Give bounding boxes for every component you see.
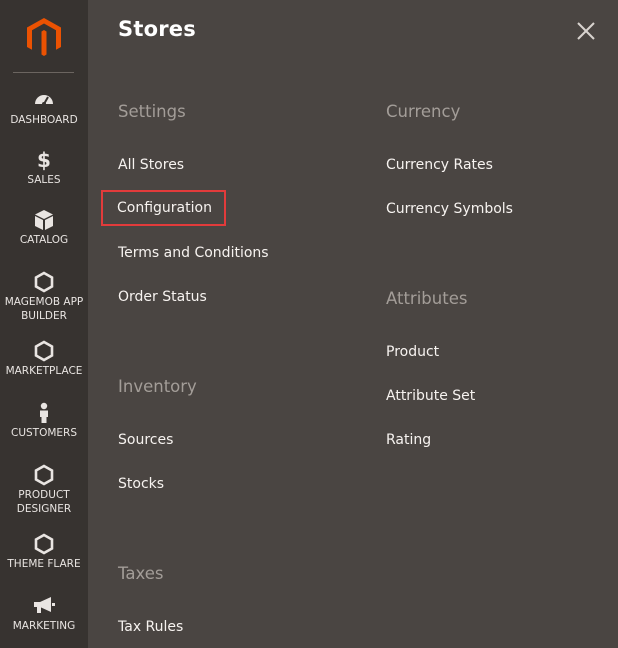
sidebar-item-catalog[interactable]: CATALOG	[0, 209, 88, 247]
section-title-currency: Currency	[386, 102, 461, 121]
dollar-icon: $	[37, 148, 51, 172]
admin-sidebar: DASHBOARD $ SALES CATALOG MAGEMOB APP BU…	[0, 0, 88, 648]
sidebar-item-label: MARKETPLACE	[5, 365, 83, 377]
section-title-attributes: Attributes	[386, 289, 468, 308]
panel-title: Stores	[118, 17, 196, 41]
sidebar-item-label: MARKETING	[12, 620, 76, 632]
sidebar-item-product-designer[interactable]: PRODUCT DESIGNER	[0, 464, 88, 516]
menu-link-currency-rates[interactable]: Currency Rates	[386, 157, 493, 173]
menu-link-sources[interactable]: Sources	[118, 432, 173, 448]
sidebar-item-label: THEME FLARE	[7, 558, 81, 570]
megaphone-icon	[0, 595, 88, 617]
sidebar-item-label: CATALOG	[19, 234, 69, 246]
section-title-settings: Settings	[118, 102, 186, 121]
hexagon-icon	[0, 533, 88, 555]
sidebar-item-sales[interactable]: $ SALES	[0, 149, 88, 187]
menu-link-rating[interactable]: Rating	[386, 432, 431, 448]
box-icon	[0, 209, 88, 231]
hexagon-icon	[0, 271, 88, 293]
menu-link-currency-symbols[interactable]: Currency Symbols	[386, 201, 513, 217]
menu-link-all-stores[interactable]: All Stores	[118, 157, 184, 173]
sidebar-item-label: PRODUCT DESIGNER	[16, 489, 72, 515]
section-title-inventory: Inventory	[118, 377, 197, 396]
sidebar-item-customers[interactable]: CUSTOMERS	[0, 402, 88, 440]
sidebar-item-marketplace[interactable]: MARKETPLACE	[0, 340, 88, 378]
hexagon-icon	[0, 464, 88, 486]
sidebar-item-magemob-app-builder[interactable]: MAGEMOB APP BUILDER	[0, 271, 88, 323]
sidebar-item-marketing[interactable]: MARKETING	[0, 595, 88, 633]
stores-menu-panel: Stores Settings All Stores Configuration…	[88, 0, 618, 648]
hexagon-icon	[0, 340, 88, 362]
menu-link-terms-and-conditions[interactable]: Terms and Conditions	[118, 245, 269, 261]
menu-link-tax-rules[interactable]: Tax Rules	[118, 619, 183, 635]
sidebar-item-label: DASHBOARD	[10, 114, 78, 126]
menu-link-order-status[interactable]: Order Status	[118, 289, 207, 305]
magento-logo-icon[interactable]	[25, 17, 63, 57]
sidebar-item-theme-flare[interactable]: THEME FLARE	[0, 533, 88, 571]
logo-divider	[13, 72, 74, 73]
section-title-taxes: Taxes	[118, 564, 164, 583]
menu-link-stocks[interactable]: Stocks	[118, 476, 164, 492]
sidebar-item-label: MAGEMOB APP BUILDER	[4, 296, 84, 322]
menu-link-product[interactable]: Product	[386, 344, 439, 360]
person-icon	[0, 402, 88, 424]
menu-link-attribute-set[interactable]: Attribute Set	[386, 388, 475, 404]
sidebar-item-label: CUSTOMERS	[10, 427, 77, 439]
sidebar-item-label: SALES	[27, 174, 61, 186]
close-icon[interactable]	[576, 21, 596, 41]
menu-link-configuration[interactable]: Configuration	[101, 190, 226, 226]
dashboard-icon	[0, 89, 88, 111]
sidebar-item-dashboard[interactable]: DASHBOARD	[0, 89, 88, 127]
